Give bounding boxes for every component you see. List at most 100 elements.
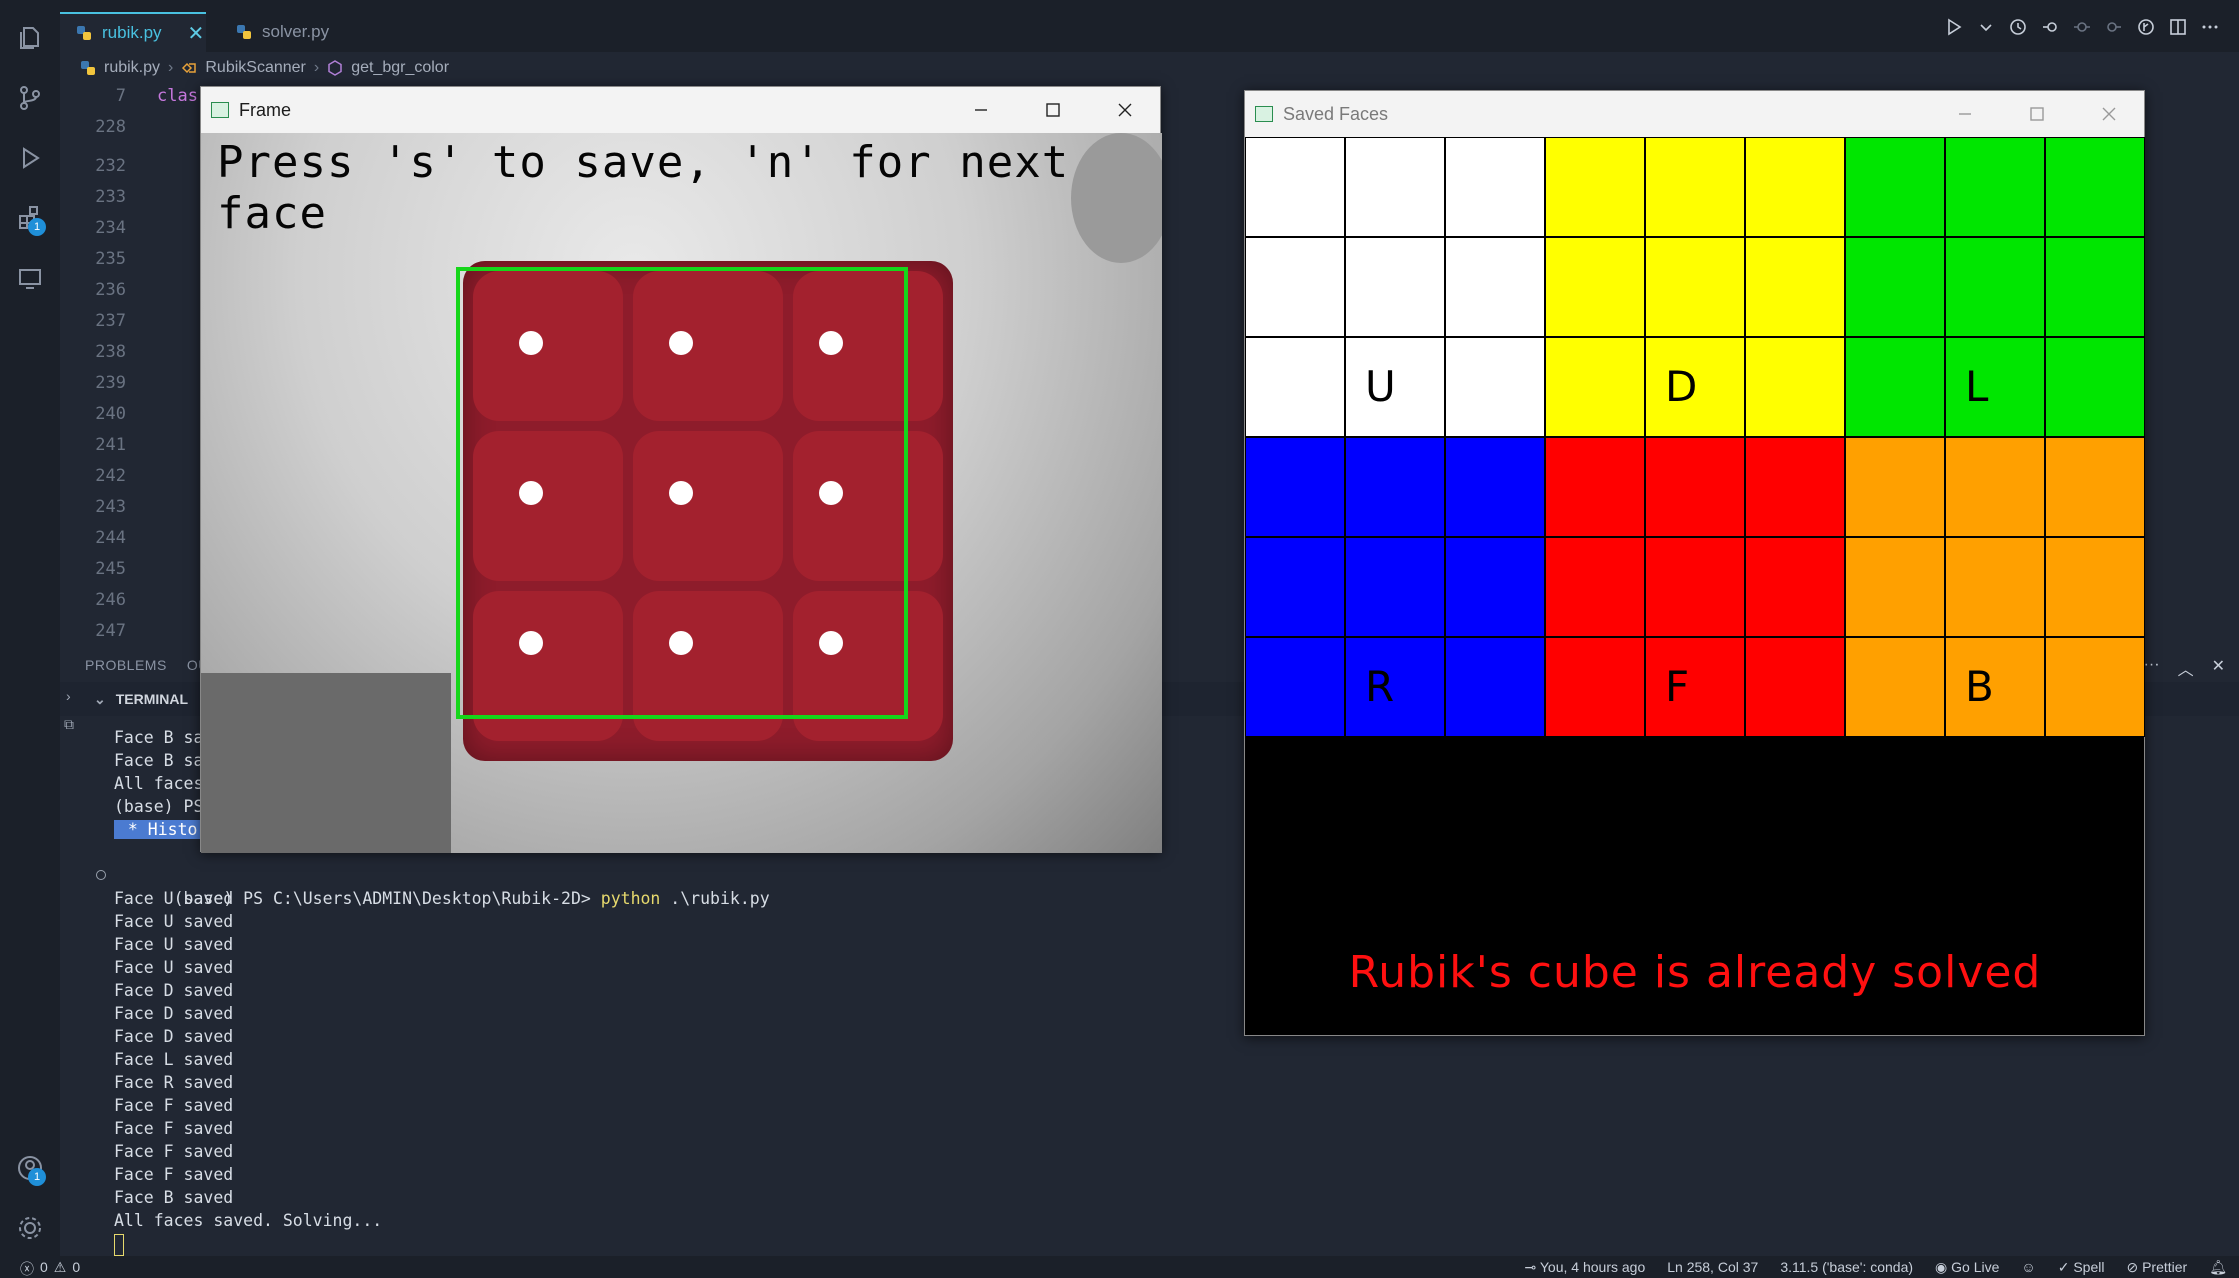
face-cell xyxy=(1845,337,1945,437)
line-number: 242 xyxy=(95,466,126,486)
maximize-icon xyxy=(1046,103,1060,117)
tab-label: rubik.py xyxy=(102,23,162,42)
git-blame[interactable]: ⊸ You, 4 hours ago xyxy=(1525,1259,1646,1276)
terminal-prompt: (base) PS C:\Users\ADMIN\Desktop\Rubik-2… xyxy=(173,889,601,908)
face-cell xyxy=(1845,537,1945,637)
terminal-line: Face L saved xyxy=(114,1050,234,1069)
minimize-button[interactable] xyxy=(1940,99,1990,129)
run-icon[interactable] xyxy=(1945,18,1963,36)
terminal-command: python xyxy=(600,889,661,908)
face-cell xyxy=(1345,637,1445,737)
tab-problems[interactable]: PROBLEMS xyxy=(85,657,167,673)
face-cell xyxy=(1445,137,1545,237)
cursor-position[interactable]: Ln 258, Col 37 xyxy=(1667,1259,1758,1276)
settings-gear-icon[interactable] xyxy=(12,1210,48,1246)
chevron-down-icon[interactable] xyxy=(1977,18,1995,36)
saved-faces-titlebar[interactable]: Saved Faces xyxy=(1245,91,2144,137)
maximize-panel-icon[interactable]: ︿ xyxy=(2178,656,2194,680)
spell-label: Spell xyxy=(2073,1259,2105,1275)
run-debug-icon[interactable] xyxy=(12,140,48,176)
face-cell xyxy=(1745,137,1845,237)
remote-explorer-icon[interactable] xyxy=(12,260,48,296)
python-interpreter[interactable]: 3.11.5 ('base': conda) xyxy=(1780,1259,1913,1276)
line-number: 236 xyxy=(95,280,126,300)
terminal-split-icon[interactable]: ⧉ xyxy=(64,716,74,733)
face-cell xyxy=(1945,337,2045,437)
face-cell xyxy=(1345,237,1445,337)
close-panel-icon[interactable]: ✕ xyxy=(2212,656,2225,680)
prettier-label: Prettier xyxy=(2142,1259,2188,1275)
go-back-icon[interactable] xyxy=(2041,18,2059,36)
sample-point xyxy=(669,481,693,505)
timeline-icon[interactable] xyxy=(2009,18,2027,36)
source-control-icon[interactable] xyxy=(12,80,48,116)
face-cell xyxy=(1445,637,1545,737)
breadcrumb-class[interactable]: RubikScanner xyxy=(205,59,306,77)
prettier-button[interactable]: ⊘ Prettier xyxy=(2126,1259,2187,1276)
breadcrumb-method[interactable]: get_bgr_color xyxy=(351,59,449,77)
go-forward-icon[interactable] xyxy=(2105,18,2123,36)
face-cell xyxy=(1545,437,1645,537)
line-number: 233 xyxy=(95,187,126,207)
terminal-line: Face B saved xyxy=(114,1188,234,1207)
copilot-icon[interactable]: ☺ xyxy=(2021,1259,2035,1276)
go-live-label: Go Live xyxy=(1951,1259,2000,1275)
terminal-line: Face F saved xyxy=(114,1119,234,1138)
error-count: 0 xyxy=(40,1259,48,1275)
face-label: U xyxy=(1365,362,1396,411)
sample-point xyxy=(519,331,543,355)
go-live-button[interactable]: ◉ Go Live xyxy=(1935,1259,1999,1276)
split-editor-icon[interactable] xyxy=(2169,18,2187,36)
close-icon[interactable]: ✕ xyxy=(188,21,205,46)
face-cell xyxy=(1845,237,1945,337)
maximize-button[interactable] xyxy=(1028,95,1078,125)
face-label: R xyxy=(1365,662,1395,711)
saved-faces-window[interactable]: Saved Faces U D L R F B Rubik's cube is alrea… xyxy=(1244,90,2145,1036)
face-cell xyxy=(1545,637,1645,737)
commit-icon[interactable] xyxy=(2073,18,2091,36)
close-button[interactable] xyxy=(2084,99,2134,129)
accounts-icon[interactable]: 1 xyxy=(12,1150,48,1186)
explorer-icon[interactable] xyxy=(12,20,48,56)
breadcrumb-file[interactable]: rubik.py xyxy=(104,59,160,77)
line-number: 247 xyxy=(95,621,126,641)
close-icon xyxy=(2102,107,2116,121)
notifications-bell-icon[interactable]: 🔔︎ xyxy=(2209,1259,2227,1276)
faces-grid: U D L R F B xyxy=(1245,137,2145,737)
minimize-button[interactable] xyxy=(956,95,1006,125)
check-icon: ✓ xyxy=(2057,1259,2074,1275)
face-cell xyxy=(1945,437,2045,537)
more-actions-icon[interactable] xyxy=(2201,18,2219,36)
maximize-button[interactable] xyxy=(2012,99,2062,129)
frame-titlebar[interactable]: Frame xyxy=(201,87,1160,133)
chevron-right-icon[interactable]: › xyxy=(66,688,71,704)
spell-button[interactable]: ✓ Spell xyxy=(2058,1259,2105,1276)
face-cell xyxy=(1645,537,1745,637)
history-marker[interactable]: * Histo xyxy=(114,820,202,839)
face-cell xyxy=(1245,437,1345,537)
face-cell xyxy=(2045,237,2145,337)
terminal-line: Face D saved xyxy=(114,981,234,1000)
extensions-icon[interactable]: 1 xyxy=(12,200,48,236)
face-cell xyxy=(1745,537,1845,637)
close-button[interactable] xyxy=(1100,95,1150,125)
command-decoration-icon[interactable] xyxy=(96,870,106,880)
more-actions-icon[interactable]: ··· xyxy=(2144,656,2160,680)
terminal-label: TERMINAL xyxy=(115,691,189,707)
git-graph-icon[interactable] xyxy=(2137,18,2155,36)
warning-icon: ⚠ xyxy=(53,1259,67,1275)
minimize-icon xyxy=(1959,113,1971,115)
face-cell xyxy=(1445,537,1545,637)
line-number: 235 xyxy=(95,249,126,269)
face-cell xyxy=(1845,637,1945,737)
tab-solver-py[interactable]: solver.py xyxy=(220,12,329,52)
terminal-command-arg: .\rubik.py xyxy=(660,889,770,908)
terminal-line: Face F saved xyxy=(114,1165,234,1184)
face-cell xyxy=(1245,637,1345,737)
tab-rubik-py[interactable]: rubik.py ✕ xyxy=(60,12,206,52)
python-file-icon xyxy=(237,25,251,39)
status-problems[interactable]: ⓧ 0 ⚠ 0 xyxy=(20,1259,80,1278)
frame-window[interactable]: Frame Press 's' to save, 'n' for next fa… xyxy=(200,86,1162,853)
sample-point xyxy=(519,481,543,505)
face-cell xyxy=(1245,537,1345,637)
